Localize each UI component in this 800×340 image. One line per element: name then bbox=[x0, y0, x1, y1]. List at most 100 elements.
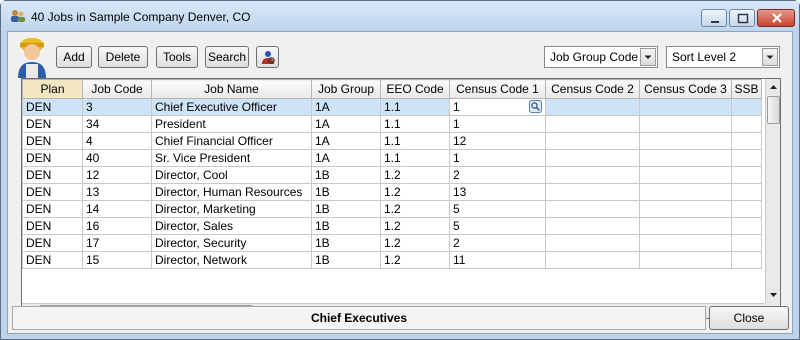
cell-census-code-1[interactable]: 5 bbox=[449, 217, 546, 235]
close-window-button[interactable] bbox=[757, 9, 795, 27]
cell-plan[interactable]: DEN bbox=[22, 200, 83, 218]
cell-census-code-2[interactable] bbox=[545, 98, 640, 116]
tools-button[interactable]: Tools bbox=[156, 46, 198, 68]
cell-job-group[interactable]: 1A bbox=[311, 132, 381, 150]
cell-job-name[interactable]: President bbox=[151, 115, 312, 133]
cell-eeo-code[interactable]: 1.2 bbox=[380, 217, 450, 235]
cell-census-code-3[interactable] bbox=[639, 98, 732, 116]
cell-eeo-code[interactable]: 1.1 bbox=[380, 115, 450, 133]
cell-census-code-2[interactable] bbox=[545, 132, 640, 150]
cell-eeo-code[interactable]: 1.1 bbox=[380, 149, 450, 167]
scroll-up-arrow-icon[interactable] bbox=[766, 79, 780, 95]
cell-plan[interactable]: DEN bbox=[22, 234, 83, 252]
cell-job-name[interactable]: Director, Cool bbox=[151, 166, 312, 184]
cell-ssb[interactable] bbox=[731, 217, 762, 235]
table-row[interactable]: DEN 12 Director, Cool 1B 1.2 2 bbox=[22, 166, 762, 184]
cell-plan[interactable]: DEN bbox=[22, 98, 83, 116]
cell-ssb[interactable] bbox=[731, 166, 762, 184]
cell-census-code-1[interactable]: 1 bbox=[449, 115, 546, 133]
cell-ssb[interactable] bbox=[731, 183, 762, 201]
cell-job-code[interactable]: 13 bbox=[82, 183, 152, 201]
cell-job-group[interactable]: 1A bbox=[311, 98, 381, 116]
column-header-job-code[interactable]: Job Code bbox=[82, 79, 152, 99]
cell-plan[interactable]: DEN bbox=[22, 217, 83, 235]
cell-job-group[interactable]: 1B bbox=[311, 217, 381, 235]
cell-job-name[interactable]: Chief Financial Officer bbox=[151, 132, 312, 150]
cell-eeo-code[interactable]: 1.2 bbox=[380, 251, 450, 269]
cell-census-code-1[interactable]: 2 bbox=[449, 234, 546, 252]
cell-job-name[interactable]: Director, Network bbox=[151, 251, 312, 269]
delete-button[interactable]: Delete bbox=[98, 46, 148, 68]
jobs-grid[interactable]: Plan Job Code Job Name Job Group EEO Cod… bbox=[21, 78, 781, 319]
cell-job-group[interactable]: 1A bbox=[311, 149, 381, 167]
lookup-icon[interactable] bbox=[529, 100, 542, 113]
table-row[interactable]: DEN 4 Chief Financial Officer 1A 1.1 12 bbox=[22, 132, 762, 150]
cell-eeo-code[interactable]: 1.1 bbox=[380, 98, 450, 116]
cell-census-code-1-editor[interactable]: 1 bbox=[449, 98, 546, 116]
cell-job-name[interactable]: Director, Security bbox=[151, 234, 312, 252]
cell-plan[interactable]: DEN bbox=[22, 183, 83, 201]
cell-census-code-2[interactable] bbox=[545, 200, 640, 218]
cell-job-name[interactable]: Sr. Vice President bbox=[151, 149, 312, 167]
search-button[interactable]: Search bbox=[205, 46, 249, 68]
cell-census-code-2[interactable] bbox=[545, 166, 640, 184]
cell-ssb[interactable] bbox=[731, 149, 762, 167]
table-row[interactable]: DEN 40 Sr. Vice President 1A 1.1 1 bbox=[22, 149, 762, 167]
cell-plan[interactable]: DEN bbox=[22, 149, 83, 167]
cell-census-code-2[interactable] bbox=[545, 251, 640, 269]
cell-census-code-2[interactable] bbox=[545, 149, 640, 167]
cell-census-code-1[interactable]: 13 bbox=[449, 183, 546, 201]
cell-ssb[interactable] bbox=[731, 251, 762, 269]
cell-job-group[interactable]: 1B bbox=[311, 183, 381, 201]
vertical-scroll-thumb[interactable] bbox=[767, 96, 780, 124]
column-header-job-name[interactable]: Job Name bbox=[151, 79, 312, 99]
cell-census-code-2[interactable] bbox=[545, 234, 640, 252]
cell-plan[interactable]: DEN bbox=[22, 115, 83, 133]
column-header-census-code-2[interactable]: Census Code 2 bbox=[545, 79, 640, 99]
column-header-census-code-3[interactable]: Census Code 3 bbox=[639, 79, 732, 99]
title-bar[interactable]: 40 Jobs in Sample Company Denver, CO bbox=[1, 1, 799, 31]
chevron-down-icon[interactable] bbox=[640, 48, 656, 66]
cell-ssb[interactable] bbox=[731, 234, 762, 252]
table-row[interactable]: DEN 17 Director, Security 1B 1.2 2 bbox=[22, 234, 762, 252]
cell-census-code-3[interactable] bbox=[639, 217, 732, 235]
close-button[interactable]: Close bbox=[709, 306, 789, 330]
table-row[interactable]: DEN 13 Director, Human Resources 1B 1.2 … bbox=[22, 183, 762, 201]
minimize-button[interactable] bbox=[701, 9, 727, 27]
cell-job-code[interactable]: 12 bbox=[82, 166, 152, 184]
cell-plan[interactable]: DEN bbox=[22, 251, 83, 269]
cell-census-code-1[interactable]: 1 bbox=[449, 149, 546, 167]
cell-ssb[interactable] bbox=[731, 200, 762, 218]
cell-ssb[interactable] bbox=[731, 132, 762, 150]
vertical-scrollbar[interactable] bbox=[765, 79, 780, 303]
cell-census-code-3[interactable] bbox=[639, 200, 732, 218]
cell-job-code[interactable]: 4 bbox=[82, 132, 152, 150]
scroll-down-arrow-icon[interactable] bbox=[766, 287, 780, 303]
column-header-census-code-1[interactable]: Census Code 1 bbox=[449, 79, 546, 99]
add-button[interactable]: Add bbox=[56, 46, 92, 68]
cell-job-name[interactable]: Director, Sales bbox=[151, 217, 312, 235]
cell-census-code-1[interactable]: 5 bbox=[449, 200, 546, 218]
column-header-ssb[interactable]: SSB bbox=[731, 79, 762, 99]
cell-job-code[interactable]: 40 bbox=[82, 149, 152, 167]
cell-job-name[interactable]: Director, Marketing bbox=[151, 200, 312, 218]
user-lookup-button[interactable] bbox=[256, 46, 279, 68]
cell-census-code-1[interactable]: 11 bbox=[449, 251, 546, 269]
cell-plan[interactable]: DEN bbox=[22, 132, 83, 150]
cell-eeo-code[interactable]: 1.1 bbox=[380, 132, 450, 150]
cell-eeo-code[interactable]: 1.2 bbox=[380, 234, 450, 252]
cell-job-group[interactable]: 1B bbox=[311, 166, 381, 184]
cell-job-code[interactable]: 34 bbox=[82, 115, 152, 133]
chevron-down-icon[interactable] bbox=[762, 48, 778, 66]
cell-job-group[interactable]: 1B bbox=[311, 234, 381, 252]
cell-census-code-3[interactable] bbox=[639, 149, 732, 167]
cell-census-code-3[interactable] bbox=[639, 115, 732, 133]
cell-job-code[interactable]: 16 bbox=[82, 217, 152, 235]
column-header-plan[interactable]: Plan bbox=[22, 79, 83, 99]
sort-level-select[interactable]: Sort Level 2 bbox=[666, 46, 780, 68]
cell-eeo-code[interactable]: 1.2 bbox=[380, 200, 450, 218]
cell-job-group[interactable]: 1B bbox=[311, 251, 381, 269]
cell-job-name[interactable]: Director, Human Resources bbox=[151, 183, 312, 201]
cell-job-group[interactable]: 1B bbox=[311, 200, 381, 218]
column-header-eeo-code[interactable]: EEO Code bbox=[380, 79, 450, 99]
